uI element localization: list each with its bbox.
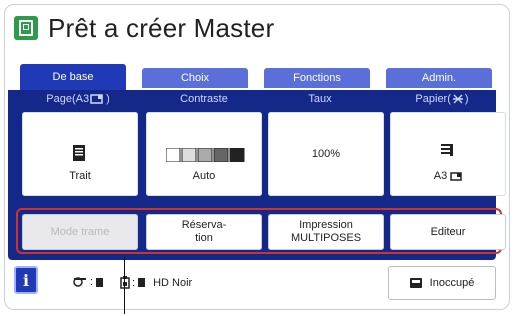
label-taux: Taux [308, 93, 332, 105]
label-papier: Papier( ) [415, 93, 469, 105]
action-label: Editeur [430, 225, 466, 238]
tab-choix[interactable]: Choix [142, 68, 248, 88]
page-setting-button[interactable]: Trait [22, 112, 138, 196]
contrast-bar-icon [166, 148, 245, 162]
tab-fonctions[interactable]: Fonctions [264, 68, 370, 88]
zoom-setting-button[interactable]: 100% [268, 112, 384, 196]
paper-orientation-icon [450, 171, 463, 181]
page-title: Prêt a créer Master [48, 12, 275, 43]
tab-label: De base [52, 71, 94, 83]
multi-up-print-button[interactable]: Impression MULTIPOSES [268, 214, 384, 250]
ink-type-text: HD Noir [153, 276, 193, 289]
label-page-text: Page(A3 [46, 93, 90, 105]
reservation-button[interactable]: Réserva- tion [146, 214, 262, 250]
action-label: Mode trame [50, 225, 110, 238]
label-contraste: Contraste [180, 93, 228, 105]
tab-label: Choix [180, 72, 210, 84]
tab-de-base[interactable]: De base [20, 64, 126, 90]
callout-pointer-line [124, 256, 125, 314]
idle-button[interactable]: Inoccupé [388, 266, 496, 300]
editor-button[interactable]: Editeur [390, 214, 506, 250]
ink-icon [120, 276, 130, 289]
paper-tray-icon [441, 144, 453, 156]
tab-label: Fonctions [293, 72, 341, 84]
paper-landscape-icon [90, 94, 103, 104]
label-papier-text: Papier( [415, 93, 451, 105]
printer-icon [409, 278, 422, 288]
action-label: Réserva- tion [181, 219, 227, 244]
zoom-value: 100% [311, 148, 341, 160]
master-icon [14, 16, 38, 40]
tab-label: Admin. [421, 72, 457, 84]
screen-mode-button[interactable]: Mode trame [22, 214, 138, 250]
drum-icon [73, 277, 86, 287]
paper-value-text: A3 [433, 170, 448, 182]
label-page: Page(A3 ) [46, 93, 110, 105]
idle-label: Inoccupé [429, 277, 475, 289]
contrast-value: Auto [192, 170, 216, 182]
drum-status: : [72, 276, 104, 288]
info-button[interactable]: i [14, 266, 38, 294]
document-icon [73, 145, 85, 161]
contrast-setting-button[interactable]: Auto [146, 112, 262, 196]
ink-status: : HD Noir [120, 276, 192, 289]
page-value: Trait [69, 170, 91, 182]
tab-admin[interactable]: Admin. [386, 68, 492, 88]
title-bar: Prêt a créer Master [14, 10, 274, 46]
action-label: Impression MULTIPOSES [290, 219, 362, 244]
paper-value: A3 [390, 170, 506, 182]
paper-feed-icon [452, 94, 463, 104]
paper-setting-button[interactable]: A3 [390, 112, 506, 196]
